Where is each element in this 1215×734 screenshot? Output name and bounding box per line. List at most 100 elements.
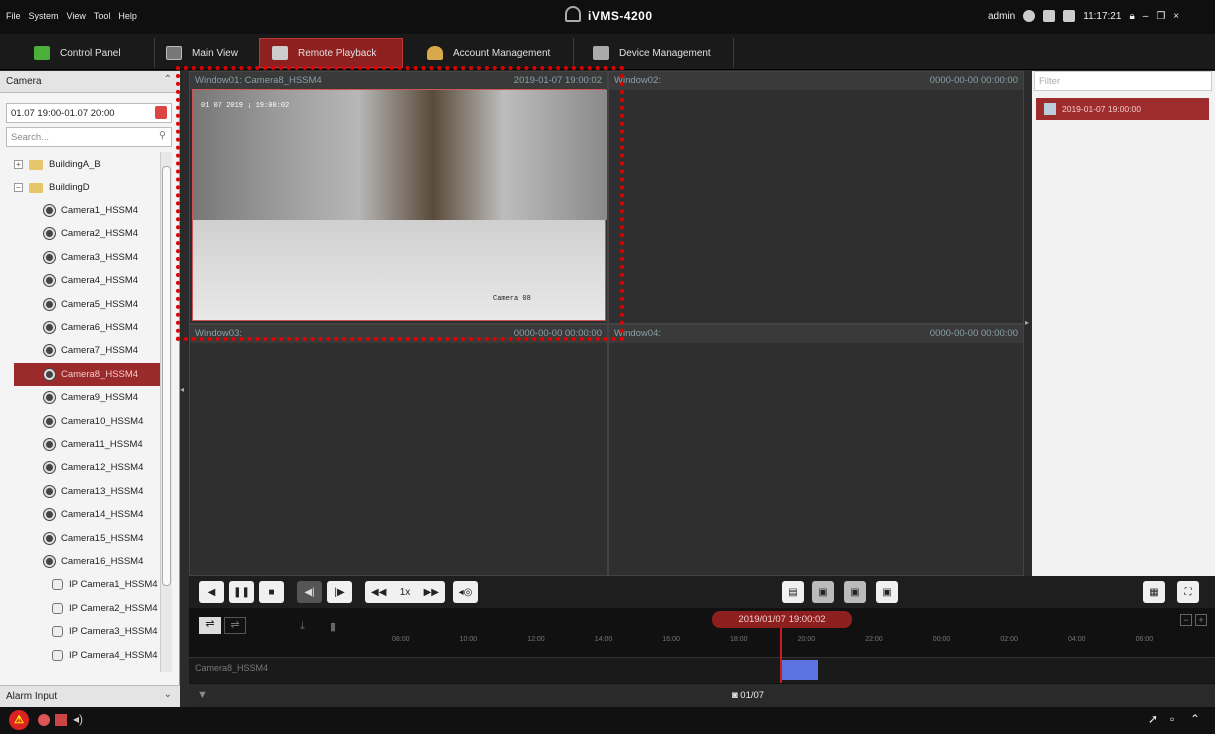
date-range-field[interactable]: 01.07 19:00-01.07 20:00 — [6, 103, 172, 123]
camera-item[interactable]: Camera9_HSSM4 — [0, 386, 172, 409]
tab-label: Main View — [192, 47, 238, 59]
collapse-tree-icon[interactable]: − — [14, 183, 23, 192]
menu-view[interactable]: View — [67, 11, 86, 21]
window-02[interactable]: Window02: 0000-00-00 00:00:00 — [608, 71, 1024, 324]
fullscreen-icon[interactable]: ⛶ — [1177, 581, 1199, 603]
menu-help[interactable]: Help — [118, 11, 137, 21]
camera-item[interactable]: Camera16_HSSM4 — [0, 550, 172, 573]
layout-icon[interactable]: ▦ — [1143, 581, 1165, 603]
camera-item[interactable]: Camera10_HSSM4 — [0, 410, 172, 433]
ip-camera-icon — [52, 626, 63, 638]
atm-icon[interactable]: ▣ — [812, 581, 834, 603]
camera-item[interactable]: Camera14_HSSM4 — [0, 503, 172, 526]
hdd-icon[interactable] — [1043, 10, 1056, 22]
ip-camera-item[interactable]: IP Camera3_HSSM4 — [0, 620, 172, 643]
camera-item[interactable]: Camera8_HSSM4 — [14, 362, 166, 386]
camera-item[interactable]: Camera2_HSSM4 — [0, 222, 172, 245]
collapse-up-icon[interactable]: ⌃ — [1190, 712, 1200, 726]
camera-item[interactable]: Camera6_HSSM4 — [0, 316, 172, 339]
minimize-icon[interactable]: – — [1143, 11, 1149, 22]
ip-camera-item[interactable]: IP Camera2_HSSM4 — [0, 597, 172, 620]
frame-back-button[interactable]: ◀| — [297, 581, 322, 603]
timeline-row[interactable] — [189, 657, 1215, 683]
close-icon[interactable]: × — [1173, 11, 1179, 22]
tab-main-view[interactable]: Main View — [154, 38, 250, 68]
window-04[interactable]: Window04: 0000-00-00 00:00:00 — [608, 324, 1024, 576]
timeline-cursor[interactable] — [780, 628, 782, 683]
alarm-event-icon[interactable] — [38, 714, 50, 726]
ram-icon[interactable] — [1063, 10, 1076, 22]
date-button[interactable]: ◙ 01/07 — [722, 690, 774, 704]
timeline-tick: 22:00 — [865, 636, 883, 643]
camera-icon — [44, 485, 55, 497]
alarm-input-header[interactable]: Alarm Input ⌄ — [0, 685, 180, 707]
pause-button[interactable]: ❚❚ — [229, 581, 254, 603]
expand-right-icon[interactable]: ▸ — [1025, 318, 1029, 327]
menu-file[interactable]: File — [6, 11, 21, 21]
restore-icon[interactable]: ❐ — [1156, 11, 1165, 22]
clip-icon[interactable]: ▤ — [782, 581, 804, 603]
filter-icon[interactable]: ▼ — [197, 689, 208, 701]
camera-label: Camera16_HSSM4 — [61, 556, 144, 567]
timeline-tool2-icon[interactable]: ⇌ — [224, 617, 246, 634]
user-name[interactable]: admin — [988, 11, 1015, 22]
alarm-icon[interactable]: ⚠ — [9, 710, 29, 730]
sound-icon[interactable]: ◂) — [73, 712, 83, 726]
panel-toggle-icon[interactable]: ◂ — [180, 385, 187, 397]
tab-account-management[interactable]: Account Management — [415, 38, 562, 68]
window-03[interactable]: Window03: 0000-00-00 00:00:00 — [189, 324, 608, 576]
fast-icon[interactable]: ▶▶ — [424, 587, 439, 598]
frame-forward-button[interactable]: |▶ — [327, 581, 352, 603]
clock: 11:17:21 — [1083, 10, 1122, 22]
tab-device-management[interactable]: Device Management — [581, 38, 723, 68]
audio-button[interactable]: ◂◎ — [453, 581, 478, 603]
camera-item[interactable]: Camera7_HSSM4 — [0, 339, 172, 362]
camera-label: IP Camera1_HSSM4 — [69, 579, 158, 591]
reverse-play-button[interactable]: ◀ — [199, 581, 224, 603]
timeline-tool-icon[interactable]: ⇌ — [199, 617, 221, 634]
camera-item[interactable]: Camera5_HSSM4 — [0, 293, 172, 316]
window-icon[interactable]: ▫ — [1170, 712, 1174, 726]
recording-block[interactable] — [782, 660, 818, 680]
zoom-in-icon[interactable]: + — [1195, 614, 1207, 626]
bookmark-icon[interactable]: ▮ — [330, 620, 336, 633]
lock-icon[interactable]: 🔒︎ — [1129, 11, 1134, 22]
expand-chevron-icon[interactable]: ⌄ — [164, 689, 172, 700]
record-item[interactable]: 2019-01-07 19:00:00 — [1036, 98, 1209, 120]
camera-item[interactable]: Camera13_HSSM4 — [0, 480, 172, 503]
network-icon[interactable] — [1023, 10, 1036, 22]
tab-control-panel[interactable]: Control Panel — [22, 38, 133, 68]
alarm-log-icon[interactable] — [55, 714, 67, 726]
camera-panel-header[interactable]: Camera ⌃ — [0, 71, 180, 93]
filter-input[interactable]: Filter — [1034, 71, 1212, 91]
search-input[interactable]: Search... ⚲ — [6, 127, 172, 147]
camera-item[interactable]: Camera1_HSSM4 — [0, 199, 172, 222]
calendar-icon[interactable] — [155, 106, 167, 119]
camera-item[interactable]: Camera3_HSSM4 — [0, 246, 172, 269]
menu-system[interactable]: System — [29, 11, 59, 21]
ip-camera-item[interactable]: IP Camera4_HSSM4 — [0, 644, 172, 667]
camera-item[interactable]: Camera15_HSSM4 — [0, 527, 172, 550]
pos-icon[interactable]: ▣ — [844, 581, 866, 603]
camera-item[interactable]: Camera4_HSSM4 — [0, 269, 172, 292]
camera-item[interactable]: Camera12_HSSM4 — [0, 456, 172, 479]
search-icon[interactable]: ⚲ — [159, 130, 166, 141]
expand-icon[interactable]: + — [14, 160, 23, 169]
stop-button[interactable]: ■ — [259, 581, 284, 603]
ip-camera-item[interactable]: IP Camera1_HSSM4 — [0, 573, 172, 596]
download-icon[interactable]: ⤓ — [300, 620, 305, 633]
vca-icon[interactable]: ▣ — [876, 581, 898, 603]
timeline-tick: 12:00 — [527, 636, 545, 643]
camera-label: Camera8_HSSM4 — [61, 368, 139, 380]
speed-control[interactable]: ◀◀ 1x ▶▶ — [365, 581, 445, 603]
pin-icon[interactable]: ➚ — [1148, 712, 1158, 726]
folder-icon — [29, 182, 43, 193]
menu-tool[interactable]: Tool — [94, 11, 111, 21]
zoom-out-icon[interactable]: − — [1180, 614, 1192, 626]
camera-item[interactable]: Camera11_HSSM4 — [0, 433, 172, 456]
camera-label: Camera13_HSSM4 — [61, 485, 144, 497]
collapse-icon[interactable]: ⌃ — [164, 74, 172, 85]
tab-remote-playback[interactable]: Remote Playback — [259, 38, 403, 68]
scrollbar-thumb[interactable] — [162, 166, 171, 586]
slow-icon[interactable]: ◀◀ — [371, 587, 386, 598]
